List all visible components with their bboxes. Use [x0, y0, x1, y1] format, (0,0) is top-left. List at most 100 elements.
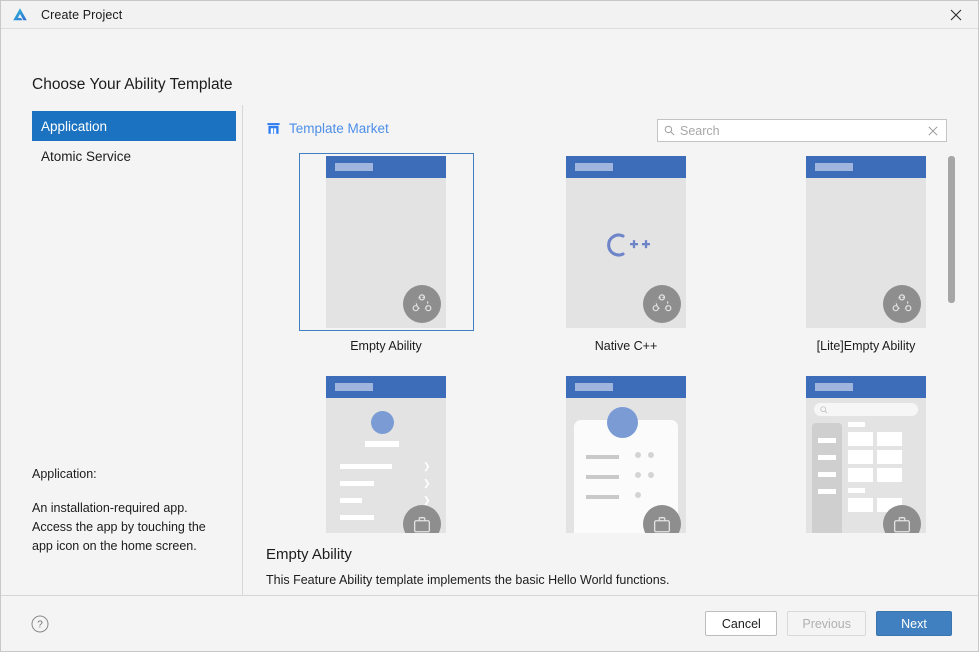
create-project-dialog: Create Project Choose Your Ability Templ…	[0, 0, 979, 652]
placeholder-bar	[340, 481, 374, 486]
svg-text:?: ?	[37, 619, 43, 630]
placeholder-bar	[586, 495, 619, 499]
chevron-right-icon: ❯	[423, 461, 431, 471]
page-title: Choose Your Ability Template	[32, 76, 233, 93]
selected-template-title: Empty Ability	[266, 546, 352, 563]
template-grid-viewport: Empty Ability Native C++ [Lite]Empty Abi…	[266, 153, 956, 533]
mini-search-bar	[814, 403, 918, 416]
template-card-list[interactable]: ❯ ❯ ❯ ❯	[299, 373, 474, 533]
template-cell	[746, 373, 956, 533]
scrollbar-thumb[interactable]	[948, 156, 955, 303]
category-sidebar: Application Atomic Service Application: …	[1, 105, 243, 624]
placeholder-bar	[586, 475, 619, 479]
thumb-topbar	[806, 376, 926, 398]
template-cell: ❯ ❯ ❯ ❯	[266, 373, 506, 533]
placeholder-bar	[818, 472, 836, 477]
template-thumbnail	[806, 376, 926, 533]
deveco-logo-icon	[13, 7, 27, 20]
category-description: Application: An installation-required ap…	[32, 465, 227, 556]
cancel-button[interactable]: Cancel	[705, 611, 778, 636]
template-market-link[interactable]: Template Market	[266, 121, 389, 136]
placeholder-bar	[340, 498, 362, 503]
template-card-lite-empty-ability[interactable]	[779, 153, 954, 331]
template-card-profile[interactable]	[539, 373, 714, 533]
avatar	[607, 407, 638, 438]
template-pane: Template Market Search Empty Ability Nat…	[244, 105, 978, 624]
template-cell	[506, 373, 746, 533]
template-thumbnail	[566, 376, 686, 533]
help-button[interactable]: ?	[31, 615, 49, 633]
sidebar-item-label: Atomic Service	[41, 148, 132, 164]
section-title-bar	[848, 488, 865, 493]
footer-buttons: Cancel Previous Next	[705, 611, 952, 636]
previous-button: Previous	[787, 611, 866, 636]
search-icon	[820, 405, 828, 413]
dot	[635, 472, 641, 478]
distributed-icon	[403, 285, 441, 323]
placeholder-bar	[818, 489, 836, 494]
section-title-bar	[848, 422, 865, 427]
category-description-body: An installation-required app. Access the…	[32, 501, 206, 553]
selected-template-description: Empty Ability This Feature Ability templ…	[266, 546, 669, 587]
selected-template-text: This Feature Ability template implements…	[266, 573, 670, 587]
template-cell: [Lite]Empty Ability	[746, 153, 956, 373]
thumb-topbar	[566, 156, 686, 178]
tile	[848, 498, 873, 512]
placeholder-bar	[340, 464, 392, 469]
search-icon	[664, 125, 675, 136]
distributed-icon	[643, 285, 681, 323]
cpp-logo-icon	[566, 230, 686, 265]
store-icon	[267, 123, 280, 134]
search-input[interactable]	[680, 123, 923, 138]
title-bar: Create Project	[1, 1, 978, 29]
template-cell: Empty Ability	[266, 153, 506, 373]
dialog-footer: ? Cancel Previous Next	[1, 595, 978, 651]
distributed-icon	[883, 285, 921, 323]
sidebar-item-application[interactable]: Application	[32, 111, 236, 141]
dot	[635, 492, 641, 498]
clear-icon	[928, 125, 938, 136]
template-cell: Native C++	[506, 153, 746, 373]
next-button[interactable]: Next	[876, 611, 952, 636]
template-card-native-cpp[interactable]	[539, 153, 714, 331]
close-button[interactable]	[933, 1, 978, 28]
placeholder-bar	[818, 455, 836, 460]
sidebar-item-label: Application	[41, 118, 108, 134]
suitcase-icon	[883, 505, 921, 533]
placeholder-bar	[586, 455, 619, 459]
template-card-category[interactable]	[779, 373, 954, 533]
tile	[877, 432, 902, 446]
chevron-right-icon: ❯	[423, 495, 431, 505]
dot	[648, 472, 654, 478]
close-icon	[950, 9, 961, 20]
template-thumbnail	[566, 156, 686, 328]
avatar	[371, 411, 394, 434]
tile	[877, 450, 902, 464]
tile	[848, 432, 873, 446]
template-grid-scrollbar[interactable]	[948, 153, 955, 533]
placeholder-bar	[365, 441, 399, 447]
dot	[648, 452, 654, 458]
thumb-topbar	[326, 376, 446, 398]
thumb-topbar	[326, 156, 446, 178]
suitcase-icon	[403, 505, 441, 533]
template-thumbnail: ❯ ❯ ❯ ❯	[326, 376, 446, 533]
template-label: Native C++	[594, 339, 658, 353]
template-card-empty-ability[interactable]	[298, 153, 474, 331]
help-circle-icon: ?	[31, 615, 49, 632]
template-thumbnail	[806, 156, 926, 328]
template-thumbnail	[326, 156, 446, 328]
sidebar-item-atomic-service[interactable]: Atomic Service	[32, 141, 236, 171]
dialog-body: Choose Your Ability Template Application…	[1, 29, 978, 624]
tile	[848, 450, 873, 464]
template-market-label: Template Market	[289, 121, 389, 136]
tile	[877, 468, 902, 482]
template-label: Empty Ability	[350, 339, 422, 353]
search-clear-button[interactable]	[923, 121, 943, 141]
tile	[848, 468, 873, 482]
template-label: [Lite]Empty Ability	[816, 339, 916, 353]
category-list: Application Atomic Service	[32, 111, 236, 171]
placeholder-bar	[818, 438, 836, 443]
dot	[635, 452, 641, 458]
search-box[interactable]	[657, 119, 947, 142]
